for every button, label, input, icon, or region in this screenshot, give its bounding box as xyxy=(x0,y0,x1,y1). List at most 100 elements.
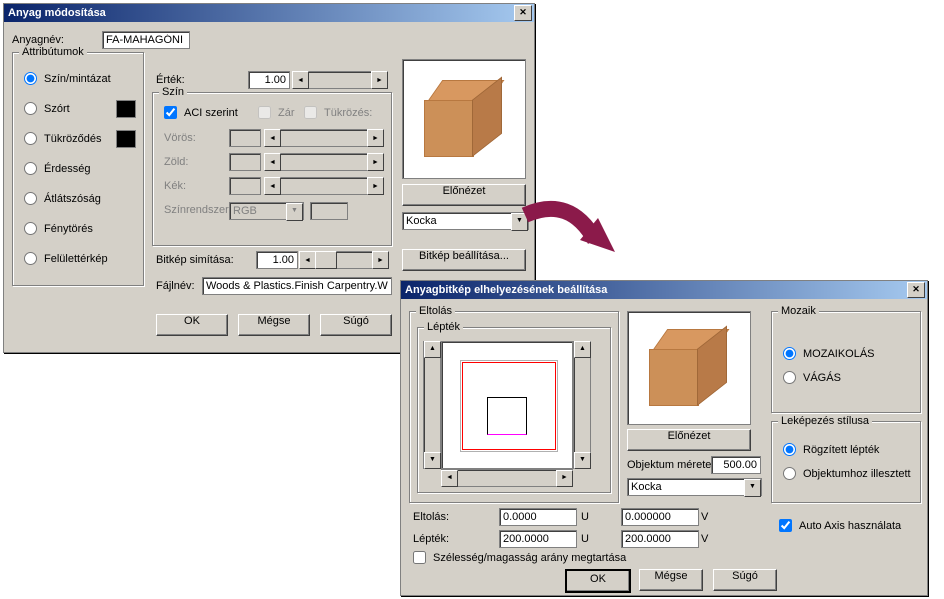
arrow-right-icon: ► xyxy=(367,153,384,171)
kek-label: Kék: xyxy=(164,180,186,192)
titlebar[interactable]: Anyag módosítása ✕ xyxy=(4,4,534,22)
eltolas-uv-label: Eltolás: xyxy=(413,511,449,523)
radio-szin-mintazat[interactable]: Szín/mintázat xyxy=(24,72,111,85)
dialog-title: Anyagbitkép elhelyezésének beállítása xyxy=(405,284,607,296)
arrow-left-icon[interactable]: ◄ xyxy=(292,71,309,89)
leptek-vscroll-right[interactable]: ▲ ▼ xyxy=(573,341,591,469)
leptek-hscroll[interactable]: ◄ ► xyxy=(441,469,573,487)
zold-input xyxy=(229,153,261,171)
radio-tukrozodes[interactable]: Tükröződés xyxy=(24,132,101,145)
arrow-down-icon[interactable]: ▼ xyxy=(424,452,441,469)
bitkep-simitasa-slider[interactable]: ◄ ► xyxy=(299,251,389,269)
kek-input xyxy=(229,177,261,195)
fajlnev-input[interactable] xyxy=(202,277,392,295)
arrow-left-icon[interactable]: ◄ xyxy=(441,470,458,487)
fajlnev-label: Fájlnév: xyxy=(156,280,195,292)
leptek-u-input[interactable] xyxy=(499,530,577,548)
arrow-right-icon: ► xyxy=(367,177,384,195)
tukrozodes-color-swatch[interactable] xyxy=(116,130,136,148)
dialog-title: Anyag módosítása xyxy=(8,7,106,19)
arrow-right-icon[interactable]: ► xyxy=(556,470,573,487)
zar-checkbox[interactable]: Zár xyxy=(258,106,295,119)
slider-thumb[interactable] xyxy=(315,251,337,269)
objektum-merete-label: Objektum mérete: xyxy=(627,459,714,471)
radio-objektumhoz[interactable]: Objektumhoz illesztett xyxy=(783,467,911,480)
cancel-button[interactable]: Mégse xyxy=(238,314,310,336)
radio-erdesseg[interactable]: Érdesség xyxy=(24,162,90,175)
zold-label: Zöld: xyxy=(164,156,188,168)
bitmap-preview xyxy=(627,311,751,425)
preview-button[interactable]: Előnézet xyxy=(402,184,526,206)
radio-mozaikolas[interactable]: MOZAIKOLÁS xyxy=(783,347,875,360)
tukrozes-checkbox[interactable]: Tükrözés: xyxy=(304,106,372,119)
ertek-slider[interactable]: ◄ ► xyxy=(292,71,388,89)
radio-felulet[interactable]: Felülettérkép xyxy=(24,252,108,265)
eltolas-legend: Eltolás xyxy=(416,305,455,317)
chevron-down-icon[interactable]: ▼ xyxy=(744,479,761,497)
arrow-right-icon: ► xyxy=(367,129,384,147)
eltolas-v-input[interactable] xyxy=(621,508,699,526)
zold-slider: ◄ ► xyxy=(264,153,384,171)
objektum-merete-input[interactable] xyxy=(711,456,761,474)
szinrendszer-label: Színrendszer: xyxy=(164,204,232,216)
arrow-right-icon[interactable]: ► xyxy=(371,71,388,89)
arrow-up-icon[interactable]: ▲ xyxy=(424,341,441,358)
mozaik-legend: Mozaik xyxy=(778,305,819,317)
radio-szort[interactable]: Szórt xyxy=(24,102,70,115)
radio-fenytores[interactable]: Fénytörés xyxy=(24,222,93,235)
aci-checkbox[interactable]: ACI szerint xyxy=(164,106,238,119)
shape-dropdown[interactable]: Kocka ▼ xyxy=(402,212,529,230)
cancel-button[interactable]: Mégse xyxy=(639,569,703,591)
curved-arrow-icon xyxy=(520,200,620,280)
arrow-left-icon[interactable]: ◄ xyxy=(299,251,316,269)
arrow-down-icon[interactable]: ▼ xyxy=(574,452,591,469)
ok-button[interactable]: OK xyxy=(156,314,228,336)
u-label-2: U xyxy=(581,533,589,545)
preview-button[interactable]: Előnézet xyxy=(627,429,751,451)
leptek-uv-label: Lépték: xyxy=(413,533,449,545)
shape-dropdown-2[interactable]: Kocka ▼ xyxy=(627,478,762,496)
arrow-left-icon: ◄ xyxy=(264,129,281,147)
arrow-left-icon: ◄ xyxy=(264,153,281,171)
radio-vagas[interactable]: VÁGÁS xyxy=(783,371,841,384)
v-label: V xyxy=(701,511,708,523)
color-preview-box xyxy=(310,202,348,220)
mozaik-group: Mozaik xyxy=(771,311,921,413)
help-button[interactable]: Súgó xyxy=(713,569,777,591)
eltolas-u-input[interactable] xyxy=(499,508,577,526)
szin-legend: Szín xyxy=(159,86,187,98)
kek-slider: ◄ ► xyxy=(264,177,384,195)
szort-color-swatch[interactable] xyxy=(116,100,136,118)
radio-atlatszosag[interactable]: Átlátszóság xyxy=(24,192,101,205)
leptek-legend: Lépték xyxy=(424,321,463,333)
szinrendszer-dropdown: RGB ▼ xyxy=(229,202,304,220)
aspect-ratio-checkbox[interactable]: Szélesség/magasság arány megtartása xyxy=(413,551,626,564)
help-button[interactable]: Súgó xyxy=(320,314,392,336)
bitkep-beallitasa-button[interactable]: Bitkép beállítása... xyxy=(402,249,526,271)
leptek-v-input[interactable] xyxy=(621,530,699,548)
voros-label: Vörös: xyxy=(164,132,196,144)
leptek-vscroll-left[interactable]: ▲ ▼ xyxy=(423,341,441,469)
auto-axis-checkbox[interactable]: Auto Axis használata xyxy=(779,519,901,532)
bitkep-simitasa-label: Bitkép simítása: xyxy=(156,254,234,266)
lekepzes-legend: Leképezés stílusa xyxy=(778,415,872,427)
bitkep-simitasa-input[interactable] xyxy=(256,251,298,269)
attributes-legend: Attribútumok xyxy=(19,46,87,58)
arrow-up-icon[interactable]: ▲ xyxy=(574,341,591,358)
radio-rogzitett[interactable]: Rögzített lépték xyxy=(783,443,879,456)
ok-button[interactable]: OK xyxy=(565,569,631,593)
close-icon[interactable]: ✕ xyxy=(907,282,925,298)
ertek-input[interactable] xyxy=(248,71,290,89)
arrow-right-icon[interactable]: ► xyxy=(372,251,389,269)
u-label: U xyxy=(581,511,589,523)
titlebar[interactable]: Anyagbitkép elhelyezésének beállítása ✕ xyxy=(401,281,927,299)
material-name-input[interactable] xyxy=(102,31,190,49)
material-preview xyxy=(402,59,526,179)
cube-icon xyxy=(424,80,504,158)
arrow-left-icon: ◄ xyxy=(264,177,281,195)
bitmap-placement-dialog: Anyagbitkép elhelyezésének beállítása ✕ … xyxy=(400,280,928,596)
voros-input xyxy=(229,129,261,147)
lekepzes-group: Leképezés stílusa xyxy=(771,421,921,503)
close-icon[interactable]: ✕ xyxy=(514,5,532,21)
leptek-canvas[interactable] xyxy=(441,341,573,469)
